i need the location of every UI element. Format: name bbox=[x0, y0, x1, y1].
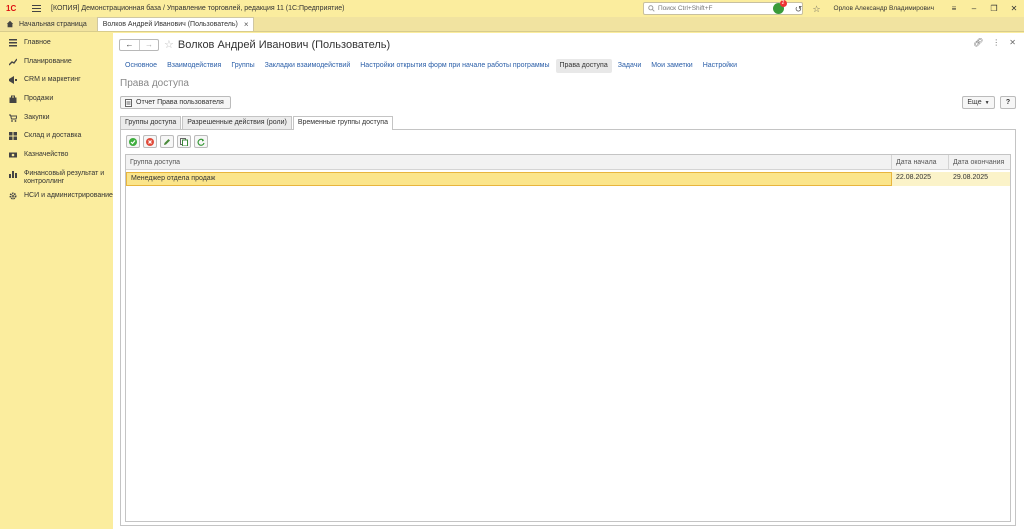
nav-link-main[interactable]: Основное bbox=[121, 59, 161, 73]
sidebar-item-label: Продажи bbox=[24, 95, 54, 103]
notification-badge: 2 bbox=[779, 0, 787, 7]
check-icon[interactable] bbox=[126, 135, 140, 148]
close-tab-icon[interactable]: × bbox=[244, 20, 249, 29]
report-button-label: Отчет Права пользователя bbox=[136, 99, 224, 106]
favorites-icon[interactable]: ☆ bbox=[812, 4, 822, 14]
gear-icon bbox=[9, 192, 17, 200]
column-header-start-date[interactable]: Дата начала bbox=[892, 155, 949, 169]
nav-link-access-rights[interactable]: Права доступа bbox=[555, 59, 612, 73]
sidebar-item-crm[interactable]: CRM и маркетинг bbox=[0, 70, 113, 89]
main-menu-icon[interactable] bbox=[32, 5, 41, 12]
history-icon[interactable]: ↺ bbox=[794, 4, 804, 14]
table-row[interactable]: Менеджер отдела продаж 22.08.2025 29.08.… bbox=[126, 172, 1010, 186]
forward-arrow-icon[interactable]: → bbox=[139, 39, 158, 50]
copy-icon[interactable] bbox=[177, 135, 191, 148]
chevron-down-icon: ▼ bbox=[984, 99, 990, 106]
user-name[interactable]: Орлов Александр Владимирович bbox=[834, 5, 934, 12]
column-header-group[interactable]: Группа доступа bbox=[126, 155, 892, 169]
close-form-icon[interactable]: ✕ bbox=[1009, 38, 1016, 47]
form-nav-panel: Основное Взаимодействия Группы Закладки … bbox=[121, 59, 743, 73]
restore-icon[interactable]: ❐ bbox=[984, 4, 1004, 13]
megaphone-icon bbox=[9, 76, 17, 85]
sidebar-item-planning[interactable]: Планирование bbox=[0, 52, 113, 71]
more-vertical-icon[interactable]: ⋮ bbox=[992, 38, 1000, 47]
sidebar-item-sales[interactable]: Продажи bbox=[0, 89, 113, 108]
sidebar-item-label: Финансовый результат и контроллинг bbox=[24, 169, 105, 185]
open-tabs-bar: Начальная страница Волков Андрей Иванови… bbox=[0, 17, 1024, 32]
inner-tabs: Группы доступа Разрешенные действия (рол… bbox=[120, 116, 394, 130]
refresh-icon[interactable] bbox=[194, 135, 208, 148]
sidebar-item-financial-result[interactable]: Финансовый результат и контроллинг bbox=[0, 164, 113, 186]
tab-home[interactable]: Начальная страница bbox=[0, 17, 95, 31]
settings-menu-icon[interactable]: ≡ bbox=[944, 4, 964, 13]
help-button[interactable]: ? bbox=[1000, 96, 1016, 109]
window-title: [КОПИЯ] Демонстрационная база / Управлен… bbox=[51, 5, 345, 12]
sidebar-item-administration[interactable]: НСИ и администрирование bbox=[0, 186, 113, 205]
sidebar-item-treasury[interactable]: Казначейство bbox=[0, 145, 113, 164]
more-button-label: Еще bbox=[967, 99, 982, 106]
cash-icon bbox=[9, 151, 17, 159]
nav-link-startup-forms[interactable]: Настройки открытия форм при начале работ… bbox=[356, 59, 553, 73]
nav-link-groups[interactable]: Группы bbox=[227, 59, 258, 73]
report-icon bbox=[125, 98, 132, 107]
more-button[interactable]: Еще ▼ bbox=[962, 96, 995, 109]
home-icon bbox=[6, 20, 14, 28]
cell-end-date[interactable]: 29.08.2025 bbox=[949, 172, 1010, 186]
grid-toolbar bbox=[126, 135, 208, 148]
bag-icon bbox=[9, 95, 17, 104]
bar-chart-icon bbox=[9, 170, 17, 178]
table-header: Группа доступа Дата начала Дата окончани… bbox=[126, 155, 1010, 170]
tab-access-groups[interactable]: Группы доступа bbox=[120, 116, 182, 129]
temporary-groups-table: Группа доступа Дата начала Дата окончани… bbox=[125, 154, 1011, 522]
sidebar-item-purchases[interactable]: Закупки bbox=[0, 108, 113, 127]
column-header-end-date[interactable]: Дата окончания bbox=[949, 155, 1010, 169]
sidebar-item-label: Склад и доставка bbox=[24, 132, 82, 140]
cell-group[interactable]: Менеджер отдела продаж bbox=[126, 172, 892, 186]
sidebar-item-label: Планирование bbox=[24, 57, 72, 65]
tab-allowed-actions[interactable]: Разрешенные действия (роли) bbox=[182, 116, 292, 129]
close-window-icon[interactable]: ✕ bbox=[1004, 4, 1024, 13]
back-arrow-icon[interactable]: ← bbox=[120, 40, 139, 50]
nav-link-my-notes[interactable]: Мои заметки bbox=[647, 59, 696, 73]
warehouse-icon bbox=[9, 132, 17, 141]
sidebar: Главное Планирование CRM и маркетинг Про… bbox=[0, 33, 113, 529]
sidebar-item-label: Главное bbox=[24, 39, 51, 46]
section-title: Права доступа bbox=[120, 78, 189, 89]
link-icon[interactable]: 🔗︎ bbox=[973, 38, 983, 47]
chart-icon bbox=[9, 58, 17, 66]
history-nav: ← → bbox=[119, 38, 159, 51]
tab-panel: Группа доступа Дата начала Дата окончани… bbox=[120, 129, 1016, 526]
notifications-icon[interactable]: 2 bbox=[772, 0, 787, 14]
form-title: Волков Андрей Иванович (Пользователь) bbox=[177, 38, 391, 51]
nav-link-interaction-bookmarks[interactable]: Закладки взаимодействий bbox=[261, 59, 355, 73]
report-button[interactable]: Отчет Права пользователя bbox=[120, 96, 231, 109]
cell-start-date[interactable]: 22.08.2025 bbox=[892, 172, 949, 186]
tab-user-form-label: Волков Андрей Иванович (Пользователь) bbox=[102, 21, 238, 28]
sidebar-item-warehouse[interactable]: Склад и доставка bbox=[0, 126, 113, 145]
menu-icon bbox=[9, 39, 17, 47]
minimize-icon[interactable]: – bbox=[964, 4, 984, 13]
nav-link-interactions[interactable]: Взаимодействия bbox=[163, 59, 225, 73]
nav-link-settings[interactable]: Настройки bbox=[699, 59, 741, 73]
sidebar-item-main[interactable]: Главное bbox=[0, 33, 113, 52]
edit-icon[interactable] bbox=[160, 135, 174, 148]
title-bar: 1С [КОПИЯ] Демонстрационная база / Управ… bbox=[0, 0, 1024, 17]
tab-home-label: Начальная страница bbox=[19, 20, 87, 28]
tab-user-form[interactable]: Волков Андрей Иванович (Пользователь) × bbox=[96, 17, 254, 31]
sidebar-item-label: Закупки bbox=[24, 113, 50, 121]
search-icon bbox=[648, 5, 655, 12]
favorite-star-icon[interactable]: ☆ bbox=[164, 38, 174, 51]
sidebar-item-label: НСИ и администрирование bbox=[24, 191, 113, 199]
form-area: ← → ☆ Волков Андрей Иванович (Пользовате… bbox=[113, 33, 1024, 529]
cancel-icon[interactable] bbox=[143, 135, 157, 148]
tab-temporary-access-groups[interactable]: Временные группы доступа bbox=[292, 116, 393, 130]
app-logo: 1С bbox=[6, 4, 17, 13]
sidebar-item-label: CRM и маркетинг bbox=[24, 76, 81, 84]
sidebar-item-label: Казначейство bbox=[24, 151, 69, 159]
cart-icon bbox=[9, 114, 17, 122]
nav-link-tasks[interactable]: Задачи bbox=[614, 59, 646, 73]
